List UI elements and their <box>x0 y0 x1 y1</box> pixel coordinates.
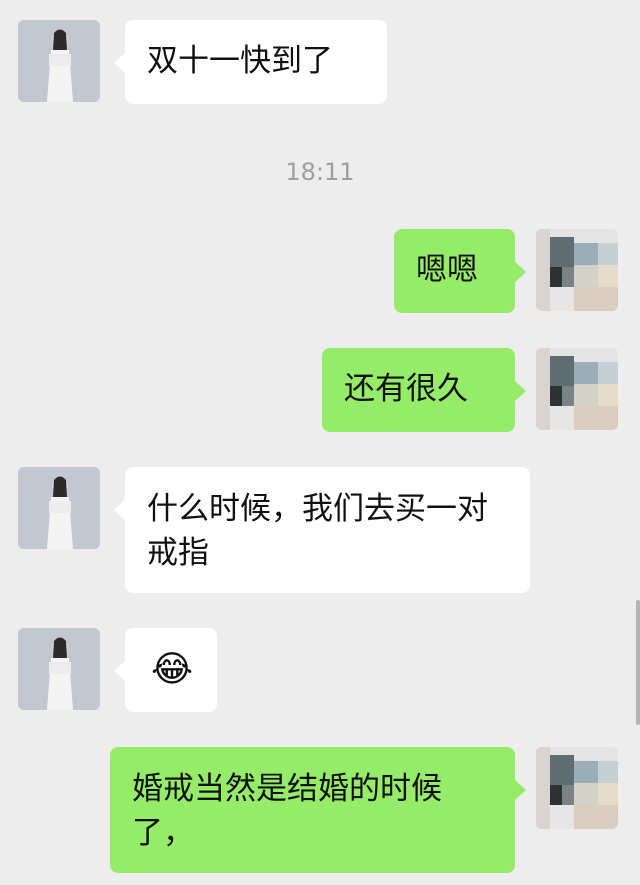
incoming-message-bubble[interactable]: 双十一快到了 <box>114 20 387 104</box>
self-avatar-icon <box>536 348 618 430</box>
self-avatar[interactable] <box>536 348 618 430</box>
message-text: 还有很久 <box>344 371 468 407</box>
tears-of-joy-emoji-icon: 😂 <box>151 649 194 690</box>
message-text: 什么时候，我们去买一对戒指 <box>147 491 488 571</box>
contact-avatar[interactable] <box>18 467 100 549</box>
outgoing-message-bubble[interactable]: 婚戒当然是结婚的时候了， <box>110 747 526 873</box>
contact-avatar-icon <box>18 20 100 102</box>
message-text: 嗯嗯 <box>416 252 478 288</box>
outgoing-message-bubble[interactable]: 嗯嗯 <box>394 229 526 313</box>
self-avatar[interactable] <box>536 747 618 829</box>
contact-avatar[interactable] <box>18 628 100 710</box>
self-avatar-icon <box>536 229 618 311</box>
contact-avatar-icon <box>18 467 100 549</box>
message-timestamp: 18:11 <box>285 158 355 186</box>
outgoing-message-bubble[interactable]: 还有很久 <box>322 348 526 432</box>
self-avatar-icon <box>536 747 618 829</box>
incoming-emoji-bubble[interactable]: 😂 <box>114 628 217 712</box>
incoming-message-bubble[interactable]: 什么时候，我们去买一对戒指 <box>114 467 530 593</box>
chat-scrollbar[interactable] <box>636 600 640 725</box>
contact-avatar[interactable] <box>18 20 100 102</box>
message-text: 双十一快到了 <box>147 43 333 79</box>
contact-avatar-icon <box>18 628 100 710</box>
message-text: 婚戒当然是结婚的时候了， <box>132 771 442 851</box>
self-avatar[interactable] <box>536 229 618 311</box>
